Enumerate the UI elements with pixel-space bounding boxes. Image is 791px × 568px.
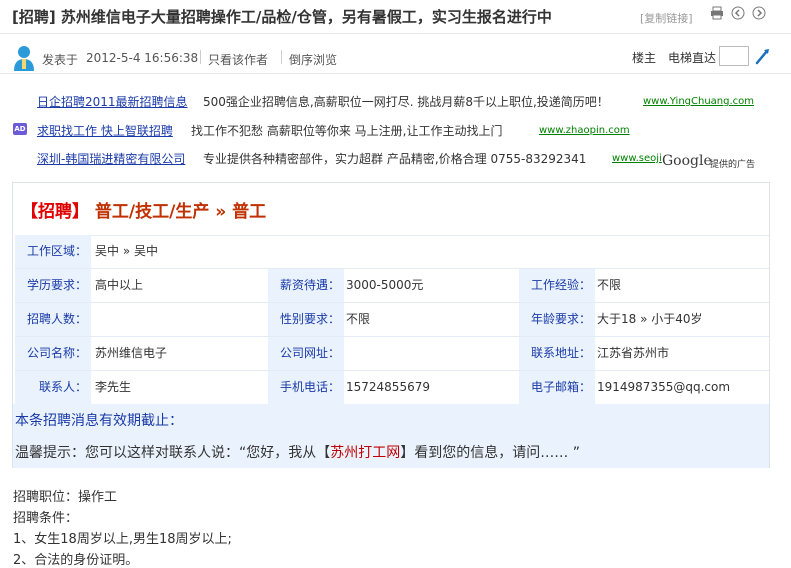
info-value: 江苏省苏州市 [597, 346, 670, 360]
jump-label: 电梯直达 [668, 51, 717, 65]
thread-title: [招聘] 苏州维信电子大量招聘操作工/品检/仓管，另有暑假工，实习生报名进行中 [12, 8, 552, 26]
contact-tip: 温馨提示：您可以这样对联系人说：“您好，我从【苏州打工网】看到您的信息，请问……… [15, 442, 580, 462]
info-value: 高中以上 [95, 278, 144, 292]
body-line: 招聘条件： [13, 511, 79, 526]
ad-badge: AD [13, 123, 27, 135]
info-row: 公司名称： 苏州维信电子 公司网址： 联系地址： 江苏省苏州市 [15, 337, 769, 371]
info-label: 薪资待遇： [268, 269, 344, 302]
info-label: 手机电话： [268, 371, 344, 404]
user-avatar-icon[interactable] [13, 45, 35, 71]
meta-divider [200, 50, 201, 64]
ad-url[interactable]: www.YingChuang.com [643, 96, 754, 107]
row-divider [15, 370, 769, 371]
ad-row: 深圳-韩国瑞进精密有限公司 专业提供各种精密部件，实力超群 产品精密,价格合理 … [0, 147, 791, 170]
info-value: 吴中 » 吴中 [95, 244, 158, 258]
ad-link[interactable]: 深圳-韩国瑞进精密有限公司 [37, 150, 185, 167]
copy-link-button[interactable]: [复制链接] [640, 10, 693, 26]
info-value: 大于18 » 小于40岁 [597, 312, 703, 326]
info-label: 联系人： [15, 371, 91, 404]
info-value: 李先生 [95, 380, 132, 394]
info-label: 工作区域： [15, 235, 91, 268]
tip-text-pre: 温馨提示：您可以这样对联系人说：“您好，我从【 [15, 445, 331, 461]
ad-desc: 专业提供各种精密部件，实力超群 产品精密,价格合理 0755-83292341 [203, 152, 587, 166]
jump-floor-input[interactable] [719, 46, 749, 66]
thread-title-bar: [招聘] 苏州维信电子大量招聘操作工/品检/仓管，另有暑假工，实习生报名进行中 … [0, 0, 791, 34]
ad-url[interactable]: www.seoji [612, 153, 662, 164]
info-label: 工作经验： [519, 269, 595, 302]
ad-link[interactable]: 求职找工作 快上智联招聘 [37, 122, 173, 139]
info-value: 苏州维信电子 [95, 346, 168, 360]
ad-row: AD 求职找工作 快上智联招聘 找工作不犯愁 高薪职位等你来 马上注册,让工作主… [0, 119, 791, 141]
info-value: 不限 [346, 312, 371, 326]
job-title: 【招聘】 普工/技工/生产 » 普工 [21, 197, 266, 222]
ad-desc: 找工作不犯愁 高薪职位等你来 马上注册,让工作主动找上门 [191, 124, 503, 138]
info-value: 不限 [597, 278, 622, 292]
body-line: 招聘职位：操作工 [13, 490, 118, 505]
floor-label: 楼主 [632, 51, 657, 65]
info-label: 公司网址： [268, 337, 344, 370]
ad-link[interactable]: 日企招聘2011最新招聘信息 [37, 93, 188, 110]
row-divider [15, 268, 769, 269]
posted-label: 发表于 [42, 53, 79, 67]
info-label: 电子邮箱： [519, 371, 595, 404]
ad-desc: 500强企业招聘信息,高薪职位一网打尽. 挑战月薪8千以上职位,投递简历吧！ [203, 95, 609, 109]
info-label: 性别要求： [268, 303, 344, 336]
meta-divider [281, 50, 282, 64]
info-row: 联系人： 李先生 手机电话： 15724855679 电子邮箱： 1914987… [15, 371, 769, 405]
row-divider [15, 302, 769, 303]
post-meta-bar: 发表于 2012-5-4 16:56:38 只看该作者 倒序浏览 楼主 电梯直达 [0, 42, 791, 74]
info-label: 联系地址： [519, 337, 595, 370]
ad-url[interactable]: www.zhaopin.com [539, 125, 630, 136]
email-value: 1914987355@qq.com [597, 380, 731, 394]
expiry-notice: 本条招聘消息有效期截止： [15, 413, 183, 429]
row-divider [15, 336, 769, 337]
job-title-bracket: 【招聘】 [21, 202, 89, 222]
notice-bar: 本条招聘消息有效期截止： 温馨提示：您可以这样对联系人说：“您好，我从【苏州打工… [13, 404, 769, 468]
info-label: 年龄要求： [519, 303, 595, 336]
print-icon[interactable] [710, 6, 724, 20]
tip-text-post: 】看到您的信息，请问…… ” [400, 445, 580, 461]
job-category-link[interactable]: 普工/技工/生产 » 普工 [95, 202, 266, 222]
author-only-link[interactable]: 只看该作者 [208, 51, 268, 68]
next-thread-icon[interactable] [752, 6, 766, 20]
google-ads-note: 提供的广告 [710, 160, 756, 170]
info-row: 学历要求： 高中以上 薪资待遇： 3000-5000元 工作经验： 不限 [15, 269, 769, 303]
phone-value: 15724855679 [346, 380, 430, 394]
info-label: 公司名称： [15, 337, 91, 370]
site-name-link[interactable]: 苏州打工网 [330, 445, 400, 461]
jump-go-icon[interactable] [755, 47, 771, 65]
ad-row: 日企招聘2011最新招聘信息 500强企业招聘信息,高薪职位一网打尽. 挑战月薪… [0, 90, 791, 112]
info-value: 3000-5000元 [346, 278, 424, 292]
info-row: 工作区域： 吴中 » 吴中 [15, 235, 769, 269]
google-logo: Google [662, 153, 712, 169]
info-label: 招聘人数： [15, 303, 91, 336]
body-line: 2、合法的身份证明。 [13, 553, 139, 568]
reverse-view-link[interactable]: 倒序浏览 [289, 51, 337, 68]
body-line: 1、女生18周岁以上,男生18周岁以上; [13, 532, 232, 547]
info-row: 招聘人数： 性别要求： 不限 年龄要求： 大于18 » 小于40岁 [15, 303, 769, 337]
posted-time: 2012-5-4 16:56:38 [86, 51, 199, 65]
prev-thread-icon[interactable] [731, 6, 745, 20]
info-label: 学历要求： [15, 269, 91, 302]
